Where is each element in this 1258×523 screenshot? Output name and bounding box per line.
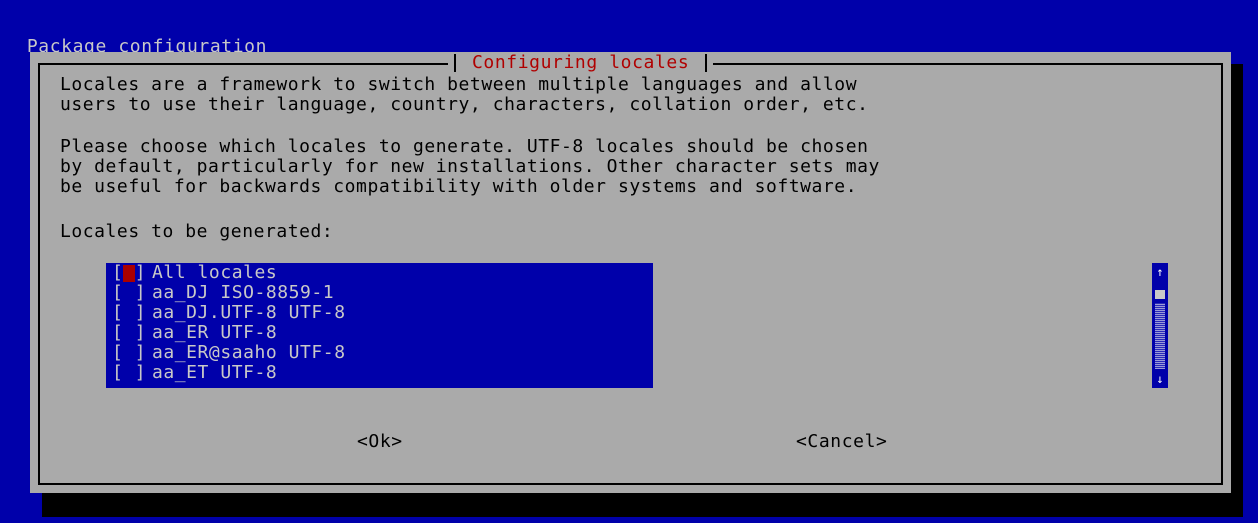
description-paragraph-2: Please choose which locales to generate.… [60, 137, 880, 197]
window-title-bar: Package configuration [0, 8, 1258, 57]
list-item-aa-dj-iso[interactable]: [ ] aa_DJ ISO-8859-1 [106, 283, 653, 303]
list-item-all-locales[interactable]: [ ] All locales [106, 263, 653, 283]
checkbox[interactable]: [ ] [106, 343, 152, 363]
checkbox[interactable]: [ ] [106, 283, 152, 303]
scroll-down-arrow-icon[interactable]: ↓ [1152, 372, 1168, 386]
list-item-aa-er-saaho[interactable]: [ ] aa_ER@saaho UTF-8 [106, 343, 653, 363]
checkbox[interactable]: [ ] [106, 363, 152, 383]
list-item-label: aa_DJ.UTF-8 UTF-8 [152, 302, 346, 323]
list-item-label: aa_ER@saaho UTF-8 [152, 342, 346, 363]
cancel-button[interactable]: <Cancel> [796, 431, 888, 453]
list-item-label: All locales [152, 263, 278, 283]
dialog-title: Configuring locales [472, 52, 690, 73]
description-line: be useful for backwards compatibility wi… [60, 176, 858, 197]
checkbox[interactable]: [ ] [106, 323, 152, 343]
list-item-label: aa_ET UTF-8 [152, 362, 278, 383]
list-item-aa-dj-utf8[interactable]: [ ] aa_DJ.UTF-8 UTF-8 [106, 303, 653, 323]
locales-checklist[interactable]: [ ] All locales [ ] aa_DJ ISO-8859-1 [ ]… [106, 263, 653, 388]
list-scrollbar[interactable]: ↑ ↓ [1152, 263, 1168, 388]
dialog-title-container: Configuring locales [448, 52, 714, 74]
list-item-label: aa_DJ ISO-8859-1 [152, 282, 335, 303]
checkbox[interactable]: [ ] [106, 263, 152, 283]
description-line: Please choose which locales to generate.… [60, 136, 869, 157]
ok-button[interactable]: <Ok> [357, 431, 403, 453]
selection-cursor [123, 265, 135, 282]
list-item-aa-er-utf8[interactable]: [ ] aa_ER UTF-8 [106, 323, 653, 343]
title-border-right [705, 54, 708, 72]
scroll-up-arrow-icon[interactable]: ↑ [1152, 265, 1168, 279]
description-paragraph-1: Locales are a framework to switch betwee… [60, 75, 868, 115]
description-line: users to use their language, country, ch… [60, 94, 869, 115]
list-item-label: aa_ER UTF-8 [152, 322, 278, 343]
locales-dialog: Configuring locales Locales are a framew… [30, 52, 1231, 493]
scroll-thumb[interactable] [1155, 290, 1165, 299]
description-line: by default, particularly for new install… [60, 156, 880, 177]
list-item-aa-et-utf8[interactable]: [ ] aa_ET UTF-8 [106, 363, 653, 383]
checkbox[interactable]: [ ] [106, 303, 152, 323]
description-line: Locales are a framework to switch betwee… [60, 74, 858, 95]
scroll-track[interactable] [1155, 303, 1165, 369]
locales-list-label: Locales to be generated: [60, 221, 334, 242]
